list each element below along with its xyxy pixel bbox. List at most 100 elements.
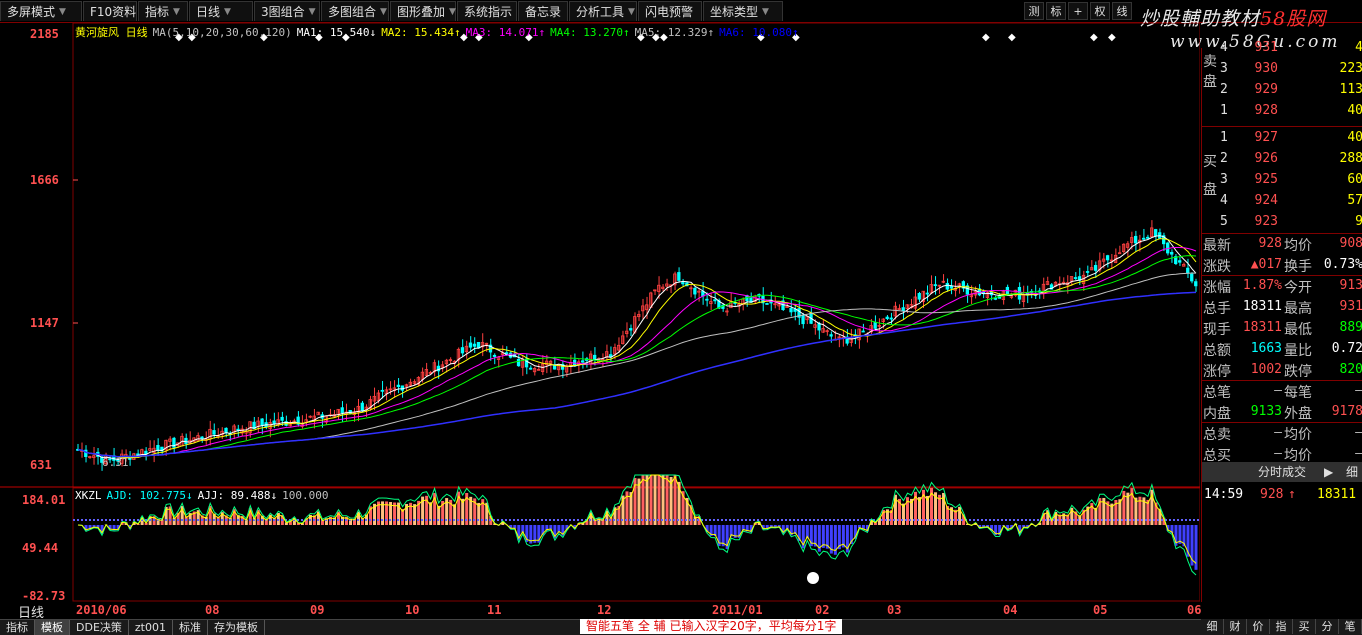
price-axis-label: 1147 — [30, 316, 59, 330]
quote-label: 跌停 — [1284, 364, 1312, 380]
candle-body — [945, 282, 949, 290]
toolbar-button-1[interactable]: F10资料 — [83, 1, 137, 21]
bottom-tab-0[interactable]: 指标 — [0, 620, 35, 635]
toolbar-button-10[interactable]: 闪电预警 — [638, 1, 702, 21]
chevron-down-icon: ▼ — [59, 6, 66, 17]
candle-body — [1142, 237, 1146, 240]
bottom-tab-4[interactable]: 标准 — [173, 620, 208, 635]
indicator-legend-item: 100.000 — [282, 489, 329, 502]
quote-row: 涨停 1002 跌停 820 — [1202, 360, 1362, 380]
bottom-tab-2[interactable]: DDE决策 — [70, 620, 129, 635]
quote-label: 涨幅 — [1203, 280, 1231, 296]
trade-time: 14:59 — [1204, 487, 1244, 502]
bid-row[interactable]: 4 924 57 — [1202, 191, 1362, 211]
quote-label: 总手 — [1203, 301, 1231, 317]
toolbar-tool-4[interactable]: 线 — [1112, 2, 1132, 20]
candle-body — [1154, 229, 1158, 237]
ask-row[interactable]: 1 928 40 — [1202, 101, 1362, 121]
quote-label: 现手 — [1203, 322, 1231, 338]
bid-row[interactable]: 3 925 60 — [1202, 170, 1362, 190]
time-sales-detail: 细 — [1346, 465, 1359, 479]
ask-row[interactable]: 4 931 4 — [1202, 38, 1362, 58]
time-axis-label: 2011/01 — [712, 603, 763, 617]
time-sales-header[interactable]: 分时成交 ▶ 细 — [1202, 462, 1362, 482]
bid-row[interactable]: 1 927 40 — [1202, 128, 1362, 148]
candle-body — [1133, 235, 1138, 244]
time-axis-label: 09 — [310, 603, 325, 617]
toolbar-button-2[interactable]: 指标 ▼ — [138, 1, 188, 21]
right-tab-5[interactable]: 分 — [1316, 619, 1339, 634]
right-tab-4[interactable]: 买 — [1293, 619, 1316, 634]
candle-body — [476, 341, 481, 349]
candle-body — [693, 287, 697, 295]
toolbar-button-11[interactable]: 坐标类型 ▼ — [703, 1, 783, 21]
right-tab-0[interactable]: 细 — [1201, 619, 1224, 634]
bid-row[interactable]: 2 926 288 — [1202, 149, 1362, 169]
ask-row[interactable]: 3 930 223 — [1202, 59, 1362, 79]
time-axis-label: 02 — [815, 603, 830, 617]
ask-price: 930 — [1254, 61, 1278, 76]
signal-marker: ◆ — [982, 32, 990, 43]
right-tab-2[interactable]: 价 — [1247, 619, 1270, 634]
toolbar-button-9[interactable]: 分析工具 ▼ — [569, 1, 637, 21]
bottom-tab-5[interactable]: 存为模板 — [208, 620, 265, 635]
candle-body — [380, 389, 384, 392]
chevron-down-icon: ▼ — [628, 6, 635, 17]
ask-volume: 4 — [1355, 40, 1362, 55]
quote-label: 均价 — [1284, 427, 1312, 443]
chevron-down-icon: ▼ — [762, 6, 769, 17]
ime-status: 智能五笔 全 辅 已输入汉字20字，平均每分1字 — [580, 619, 843, 634]
toolbar-tool-1[interactable]: 标 — [1046, 2, 1066, 20]
candle-body — [817, 323, 821, 331]
candle-body — [528, 367, 533, 370]
toolbar-button-label: 分析工具 — [576, 4, 625, 19]
toolbar-button-5[interactable]: 多图组合 ▼ — [321, 1, 389, 21]
bottom-tab-3[interactable]: zt001 — [129, 620, 173, 635]
toolbar-button-6[interactable]: 图形叠加 ▼ — [390, 1, 456, 21]
quote-value: 1002 — [1250, 362, 1282, 377]
toolbar-button-label: 3图组合 — [261, 4, 305, 19]
toolbar-button-0[interactable]: 多屏模式 ▼ — [0, 1, 82, 21]
candle-body — [801, 314, 805, 325]
time-axis-label: 06 — [1187, 603, 1202, 617]
bid-price: 924 — [1254, 193, 1278, 208]
toolbar-tool-0[interactable]: 测 — [1024, 2, 1044, 20]
toolbar-button-3[interactable]: 日线 ▼ — [189, 1, 253, 21]
bid-volume: 40 — [1347, 130, 1362, 145]
toolbar-button-7[interactable]: 系统指示 — [457, 1, 517, 21]
toolbar-button-label: 备忘录 — [525, 4, 562, 19]
chart-area[interactable]: ◆ ◆ ◆ ◆ ◆ ◆ ◆ ◆ ◆ ◆ ◆ ◆ ◆ ◆ ◆ ◆ ◆ 黄河旋风 日线 MA(5,10,20,30,6… — [0, 23, 1201, 617]
toolbar-button-4[interactable]: 3图组合 ▼ — [254, 1, 320, 21]
quote-value: 1663 — [1250, 341, 1282, 356]
bottom-tab-1[interactable]: 模板 — [35, 620, 70, 635]
quote-label: 换手 — [1284, 259, 1312, 275]
chevron-down-icon: ▼ — [449, 6, 456, 17]
ask-row[interactable]: 2 929 113 — [1202, 80, 1362, 100]
chevron-down-icon: ▼ — [224, 6, 231, 17]
ma-line-10 — [77, 238, 1197, 459]
candle-body — [340, 407, 344, 414]
toolbar-tool-2[interactable]: + — [1068, 2, 1088, 20]
quote-label: 总卖 — [1203, 427, 1231, 443]
time-axis-label: 04 — [1003, 603, 1018, 617]
candle-body — [156, 445, 160, 451]
quote-value: 9178 — [1331, 404, 1362, 419]
bid-row[interactable]: 5 923 9 — [1202, 212, 1362, 232]
kline-chart[interactable]: ◆◆ ◆ ◆ ◆ ◆ ◆ ◆ ◆ ◆ ◆ ◆ ◆ ◆ ◆ ◆ ◆ — [0, 23, 1200, 603]
toolbar-tool-3[interactable]: 权 — [1090, 2, 1110, 20]
ma-line-60 — [77, 272, 1196, 458]
right-tab-1[interactable]: 财 — [1224, 619, 1247, 634]
panel-divider — [1202, 126, 1362, 127]
toolbar-button-8[interactable]: 备忘录 — [518, 1, 568, 21]
ma-legend: 黄河旋风 日线 MA(5,10,20,30,60,120) MA1: 15.540↓… — [75, 24, 804, 40]
right-tab-6[interactable]: 笔 — [1339, 619, 1362, 634]
right-tab-3[interactable]: 指 — [1270, 619, 1293, 634]
bid-price: 923 — [1254, 214, 1278, 229]
up-arrow-icon: ↑ — [1288, 487, 1296, 502]
quote-label: 外盘 — [1284, 406, 1312, 422]
toolbar-button-label: 指标 — [145, 4, 170, 19]
quote-row: 总卖 —均价— — [1202, 423, 1362, 443]
ma-line-30 — [77, 255, 1197, 458]
candle-body — [280, 416, 284, 421]
indicator-axis-label: 184.01 — [22, 493, 66, 507]
